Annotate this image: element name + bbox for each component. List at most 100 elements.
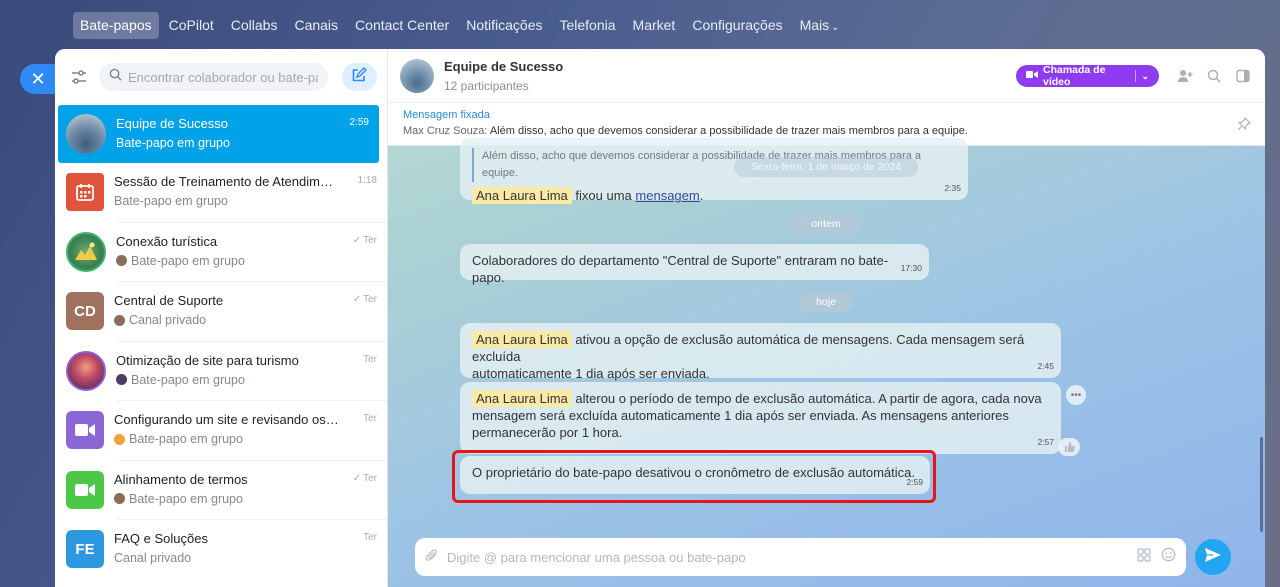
pinned-text: Max Cruz Souza: Além disso, acho que dev…: [403, 125, 1250, 137]
chat-title: Conexão turística: [116, 233, 218, 249]
system-message: Colaboradores do departamento "Central d…: [460, 244, 929, 285]
system-message: Ana Laura Lima alterou o período de temp…: [460, 382, 1061, 454]
nav-item-contact-center[interactable]: Contact Center: [348, 12, 456, 39]
user-mention[interactable]: Ana Laura Lima: [472, 390, 572, 407]
chat-subtitle: Bate-papo em grupo: [116, 373, 377, 387]
message-text: Ana Laura Lima alterou o período de temp…: [472, 390, 1049, 407]
chat-item-conexao-turistica[interactable]: Conexão turística Bate-papo em grupo ✓ Te…: [55, 223, 387, 282]
user-avatar-mini: [116, 255, 127, 267]
send-icon: [1204, 547, 1222, 568]
compose-icon: [351, 66, 368, 88]
message-link[interactable]: mensagem: [635, 188, 699, 203]
search-icon[interactable]: [1204, 66, 1224, 86]
filter-icon[interactable]: [67, 64, 91, 90]
nav-item-canais[interactable]: Canais: [287, 12, 345, 39]
message-input[interactable]: [447, 549, 1137, 565]
nav-more-label: Mais: [799, 16, 830, 33]
chat-avatar[interactable]: [400, 58, 434, 93]
chat-title: Equipe de Sucesso: [444, 58, 564, 74]
chat-subtitle: Bate-papo em grupo: [116, 254, 377, 268]
video-call-label: Chamada de vídeo: [1043, 64, 1106, 88]
nav-item-more[interactable]: Mais ⌄: [793, 12, 847, 39]
chat-time-text: Ter: [363, 294, 377, 306]
chat-item-equipe-de-sucesso[interactable]: Equipe de Sucesso Bate-papo em grupo 2:5…: [58, 105, 379, 163]
video-call-button[interactable]: Chamada de vídeo ⌄: [1016, 64, 1159, 88]
message-area: Além disso, acho que devemos considerar …: [388, 138, 1265, 587]
nav-item-notificacoes[interactable]: Notificações: [459, 12, 549, 39]
chat-item-central-de-suporte[interactable]: CD Central de Suporte Canal privado ✓ Ter: [55, 282, 387, 341]
header-actions: [1166, 66, 1253, 86]
pinned-author: Max Cruz Souza:: [403, 125, 488, 137]
paperclip-icon[interactable]: [425, 548, 439, 567]
chat-subtitle: Bate-papo em grupo: [114, 194, 377, 208]
nav-item-configuracoes[interactable]: Configurações: [685, 12, 789, 39]
message-time: 17:30: [900, 263, 922, 273]
nav-item-market[interactable]: Market: [626, 12, 683, 39]
chat-sidebar: Equipe de Sucesso Bate-papo em grupo 2:5…: [55, 49, 388, 587]
nav-item-telefonia[interactable]: Telefonia: [552, 12, 622, 39]
more-options-icon[interactable]: •••: [1066, 385, 1086, 405]
apps-icon[interactable]: [1137, 547, 1151, 567]
chat-item-faq-solucoes[interactable]: FE FAQ e Soluções Canal privado Ter: [55, 520, 387, 579]
chat-item-sessao-treinamento[interactable]: Sessão de Treinamento de Atendimento Bat…: [55, 163, 387, 222]
avatar: FE: [66, 530, 104, 569]
chat-time-text: Ter: [363, 234, 377, 246]
like-icon[interactable]: [1058, 438, 1080, 456]
send-button[interactable]: [1195, 539, 1231, 575]
calendar-icon: [66, 173, 104, 212]
message-line: mensagem será excluída automaticamente 1…: [472, 408, 1009, 423]
message-time: 2:45: [1037, 361, 1054, 371]
add-user-icon[interactable]: [1175, 66, 1195, 86]
participants-count[interactable]: 12 participantes: [444, 79, 563, 93]
chat-time: Ter: [363, 532, 377, 544]
sidebar-toolbar: [55, 49, 387, 105]
video-camera-icon: [66, 470, 104, 509]
user-avatar-mini: [114, 314, 125, 326]
avatar: [66, 114, 106, 154]
close-panel-button[interactable]: ✕: [20, 64, 56, 94]
chat-time: ✓ Ter: [353, 294, 377, 305]
avatar: [66, 231, 106, 272]
chat-subtitle-text: Bate-papo em grupo: [129, 491, 243, 506]
user-mention[interactable]: Ana Laura Lima: [472, 187, 572, 204]
chevron-down-icon[interactable]: ⌄: [1141, 71, 1149, 82]
chat-body: Conexão turística Bate-papo em grupo ✓ Te…: [116, 231, 377, 273]
nav-item-copilot[interactable]: CoPilot: [162, 12, 221, 39]
close-icon: ✕: [30, 68, 46, 89]
chat-title: Sessão de Treinamento de Atendimento: [114, 174, 339, 190]
scrollbar[interactable]: [1260, 437, 1263, 532]
chat-time: ✓ Ter: [353, 235, 377, 246]
chat-subtitle: Canal privado: [114, 551, 377, 565]
chat-header-info[interactable]: Equipe de Sucesso 12 participantes: [444, 59, 563, 93]
pin-icon[interactable]: [1237, 116, 1252, 136]
user-mention[interactable]: Ana Laura Lima: [472, 331, 572, 348]
chat-body: FAQ e Soluções Canal privado Ter: [114, 528, 377, 570]
search-box: [98, 63, 328, 91]
chat-title: Equipe de Sucesso: [116, 116, 229, 131]
date-separator: hoje: [799, 292, 853, 312]
avatar: [66, 350, 106, 391]
sidebar-panel-icon[interactable]: [1233, 66, 1253, 86]
chat-item-configurando-site[interactable]: Configurando um site e revisando os text…: [55, 401, 387, 460]
avatar-initials: CD: [74, 302, 96, 320]
chat-body: Sessão de Treinamento de Atendimento Bat…: [114, 171, 377, 213]
chat-subtitle-text: Bate-papo em grupo: [114, 194, 228, 209]
chat-item-otimizacao-site[interactable]: Otimização de site para turismo Bate-pap…: [55, 342, 387, 401]
message-action: fixou uma: [575, 188, 632, 203]
search-input[interactable]: [127, 69, 318, 85]
chat-subtitle-text: Canal privado: [129, 313, 207, 328]
chat-title: Alinhamento de termos: [114, 471, 248, 487]
chat-item-alinhamento-termos[interactable]: Alinhamento de termos Bate-papo em grupo…: [55, 461, 387, 520]
chat-list: Equipe de Sucesso Bate-papo em grupo 2:5…: [55, 105, 387, 579]
new-chat-button[interactable]: [341, 63, 377, 91]
message-text: Ana Laura Lima ativou a opção de exclusã…: [472, 331, 1049, 365]
chat-time: Ter: [363, 413, 377, 425]
message-text: Ana Laura Lima fixou uma mensagem.: [472, 187, 956, 204]
user-avatar-mini: [116, 374, 127, 386]
message-composer: [415, 538, 1186, 576]
chat-main: Equipe de Sucesso 12 participantes Chama…: [388, 49, 1265, 587]
emoji-icon[interactable]: [1161, 547, 1176, 567]
messenger-window: Equipe de Sucesso Bate-papo em grupo 2:5…: [55, 49, 1265, 587]
nav-item-bate-papos[interactable]: Bate-papos: [73, 11, 159, 39]
nav-item-collabs[interactable]: Collabs: [224, 12, 285, 39]
